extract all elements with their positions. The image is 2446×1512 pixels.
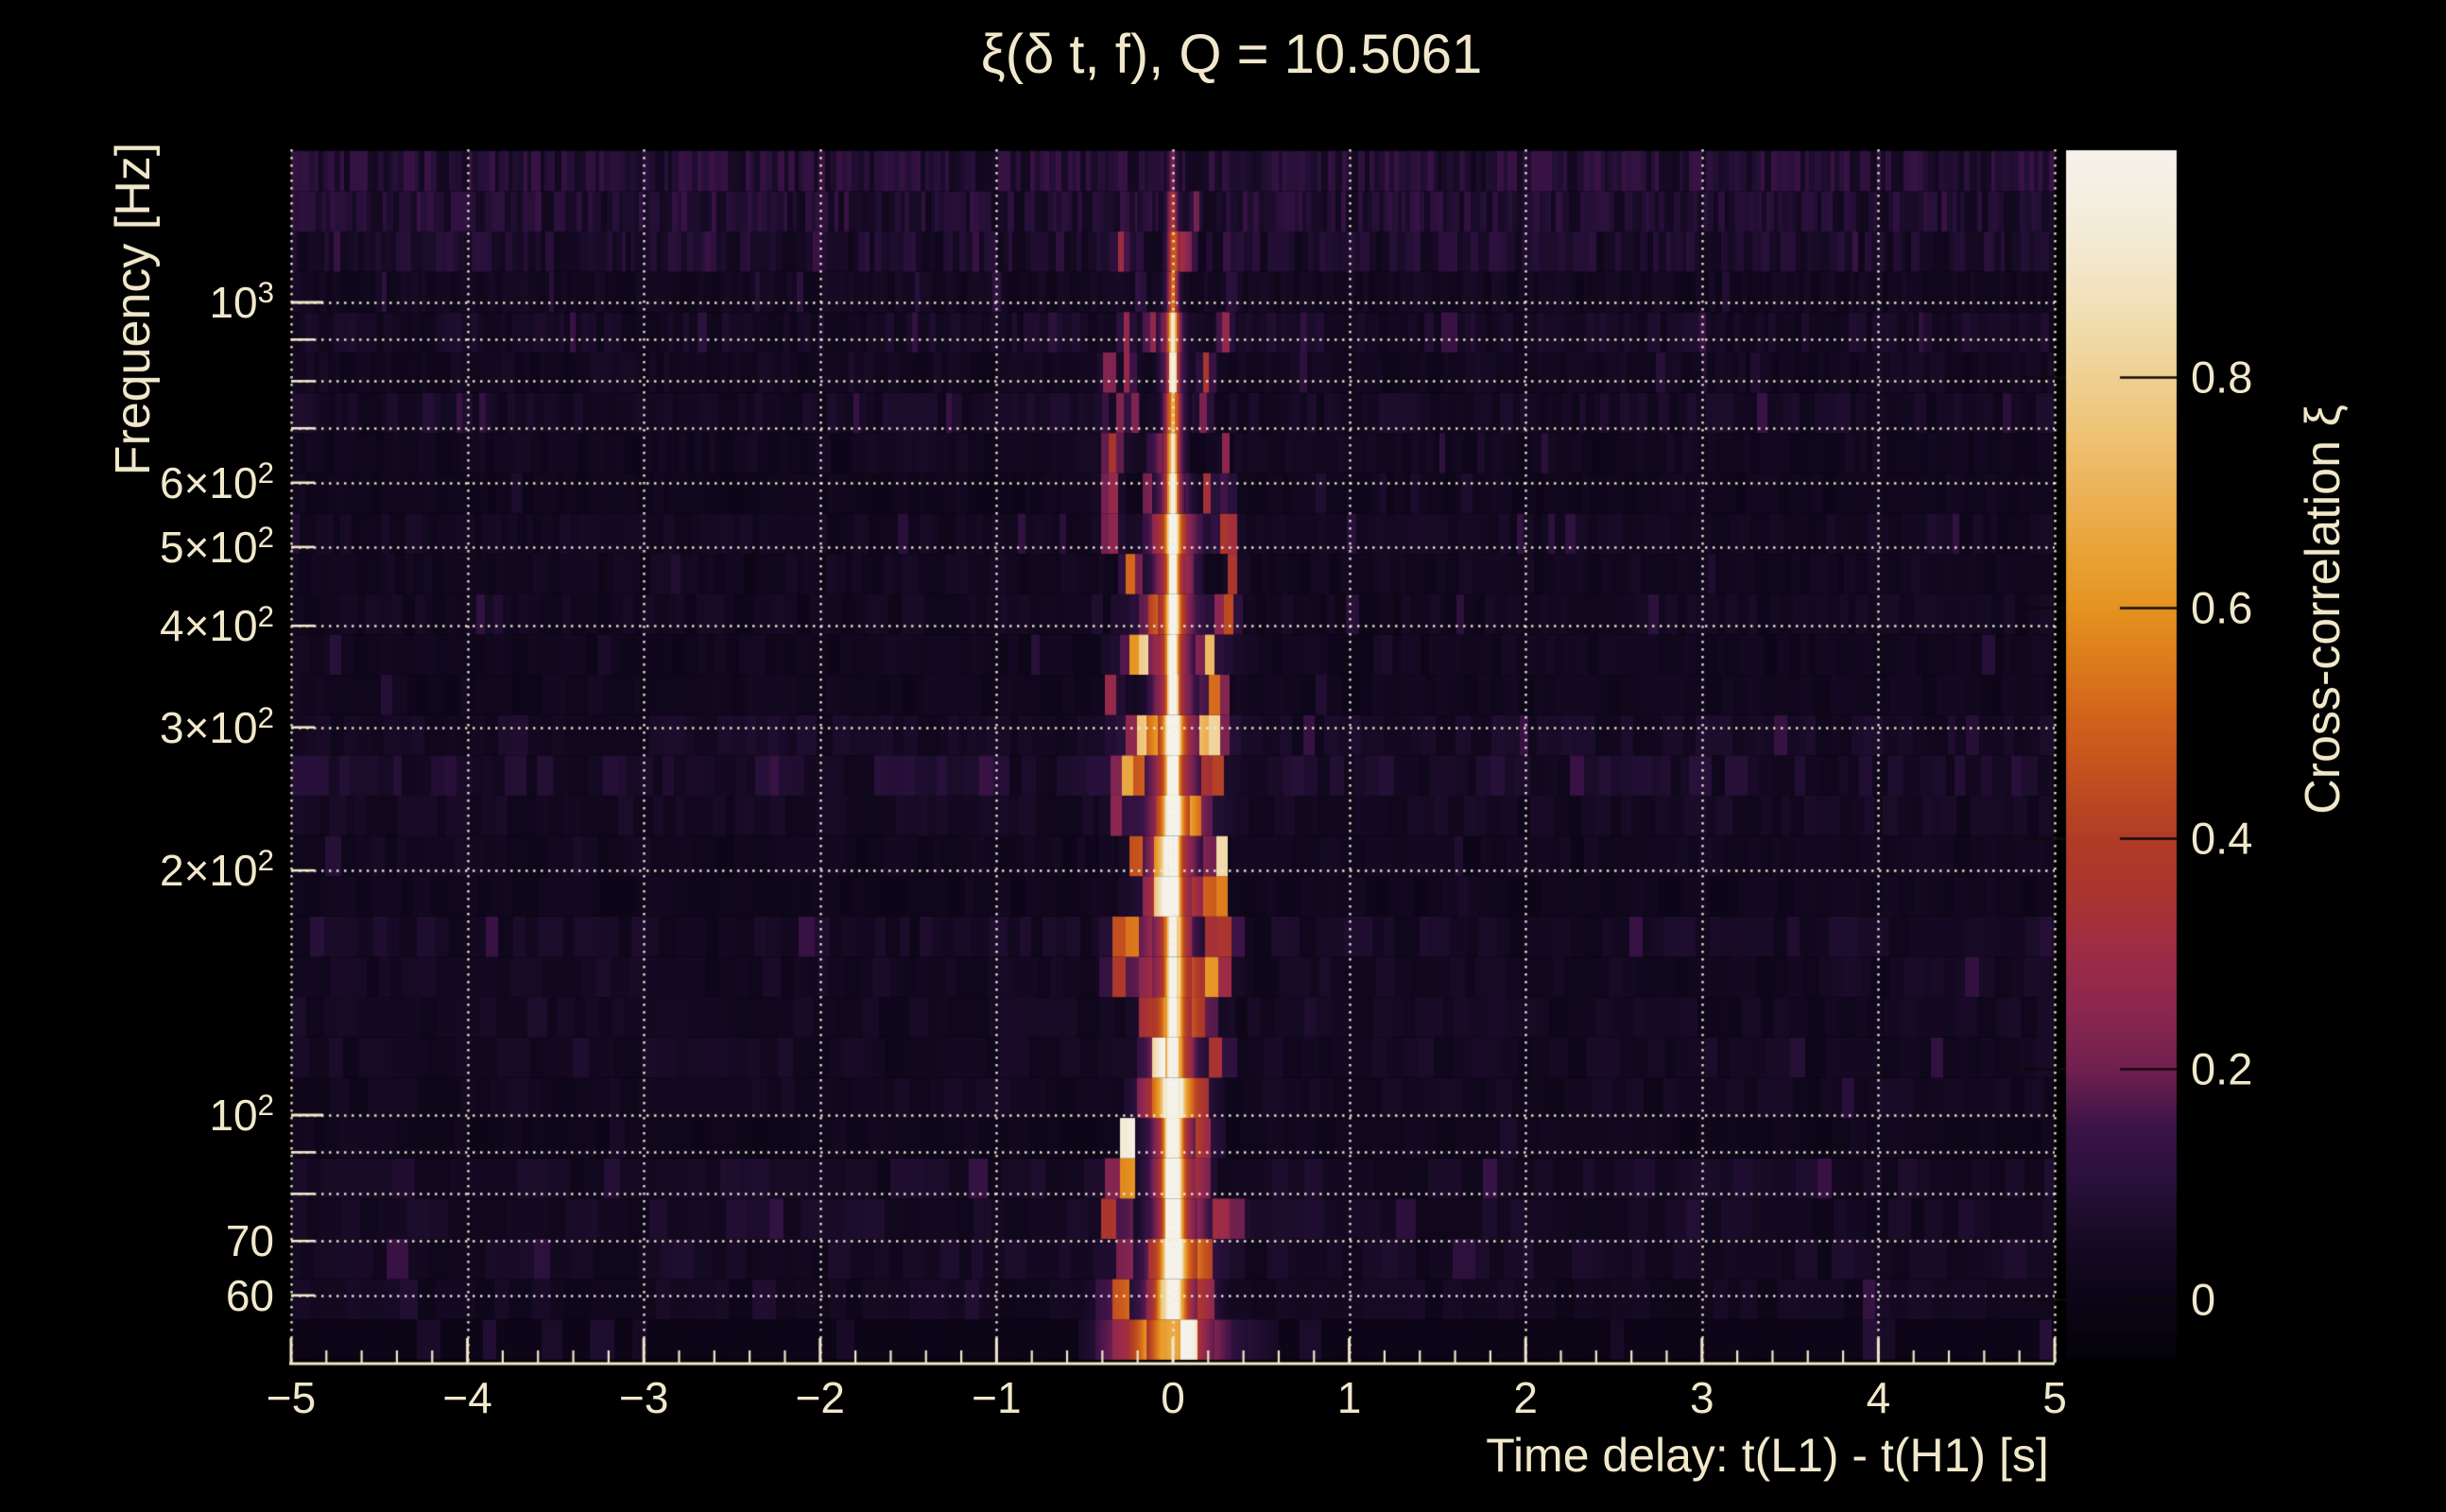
x-tick-label-5: 5: [2042, 1373, 2067, 1422]
qscan-figure: ξ(δ t, f), Q = 10.5061 Frequency [Hz] Ti…: [0, 0, 2446, 1512]
x-tick-label--4: −4: [442, 1373, 492, 1422]
x-tick-label-4: 4: [1866, 1373, 1891, 1422]
y-tick-exponent: 2: [257, 1089, 274, 1123]
y-tick-base: 6×10: [159, 457, 258, 507]
y-tick-exponent: 2: [257, 521, 274, 555]
x-tick-label--2: −2: [795, 1373, 846, 1422]
spectrogram-heatmap-canvas: [0, 0, 2446, 1512]
colorbar-tick-label-0.2: 0.2: [2191, 1043, 2253, 1094]
colorbar-tick-label-0.6: 0.6: [2191, 582, 2253, 633]
y-tick-base: 3×10: [159, 702, 258, 752]
x-tick-label-2: 2: [1513, 1373, 1538, 1422]
y-tick-label-60: 60: [38, 1274, 274, 1317]
y-tick-label-400: 4×102: [38, 601, 274, 651]
y-tick-label-500: 5×102: [38, 522, 274, 572]
plot-title: ξ(δ t, f), Q = 10.5061: [980, 24, 1483, 85]
y-tick-base: 4×10: [159, 601, 258, 651]
y-tick-label-100: 102: [38, 1091, 274, 1140]
y-tick-exponent: 2: [257, 456, 274, 490]
y-tick-base: 60: [225, 1270, 274, 1320]
y-tick-label-1000: 103: [38, 278, 274, 327]
y-tick-exponent: 2: [257, 701, 274, 735]
x-tick-label--5: −5: [266, 1373, 317, 1422]
y-tick-base: 10: [209, 278, 258, 327]
y-tick-label-200: 2×102: [38, 846, 274, 896]
y-tick-base: 5×10: [159, 522, 258, 572]
x-tick-label--1: −1: [972, 1373, 1022, 1422]
y-tick-exponent: 3: [257, 276, 274, 310]
x-tick-label-0: 0: [1161, 1373, 1185, 1422]
x-tick-label--3: −3: [618, 1373, 669, 1422]
y-tick-label-70: 70: [38, 1219, 274, 1263]
y-tick-base: 70: [225, 1216, 274, 1266]
y-tick-base: 10: [209, 1091, 258, 1140]
y-tick-exponent: 2: [257, 844, 274, 878]
colorbar-tick-label-0: 0: [2191, 1274, 2216, 1325]
colorbar-tick-label-0.4: 0.4: [2191, 813, 2253, 864]
y-tick-label-300: 3×102: [38, 702, 274, 752]
y-tick-exponent: 2: [257, 599, 274, 633]
x-axis-title: Time delay: t(L1) - t(H1) [s]: [1486, 1429, 2049, 1482]
x-tick-label-3: 3: [1690, 1373, 1714, 1422]
colorbar-title: Cross-correlation ξ: [2296, 404, 2351, 815]
y-tick-label-600: 6×102: [38, 457, 274, 507]
y-tick-base: 2×10: [159, 846, 258, 896]
x-tick-label-1: 1: [1336, 1373, 1362, 1422]
colorbar-tick-label-0.8: 0.8: [2191, 352, 2253, 403]
